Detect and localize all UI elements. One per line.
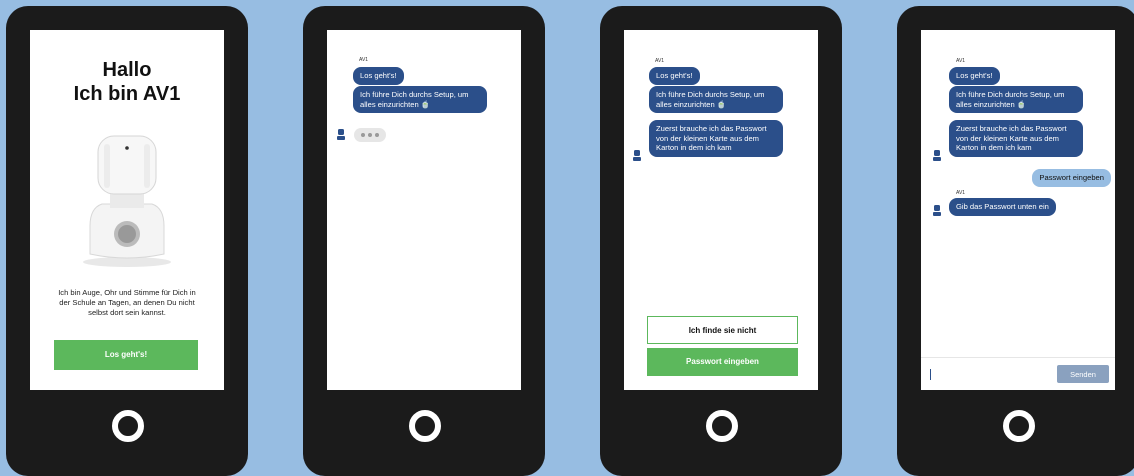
bot-message-setup: Ich führe Dich durchs Setup, um alles ei… xyxy=(649,86,783,114)
home-button-icon[interactable] xyxy=(1003,410,1035,442)
welcome-title-line1: Hallo xyxy=(102,59,152,81)
sender-label: AV1 xyxy=(655,58,665,64)
bot-message-setup: Ich führe Dich durchs Setup, um alles ei… xyxy=(949,86,1083,114)
robot-avatar-icon xyxy=(633,150,641,161)
send-button[interactable]: Senden xyxy=(1057,365,1109,383)
welcome-title-line2: Ich bin AV1 xyxy=(73,83,181,105)
phone-chat-enter-password: AV1 Los geht's! Ich führe Dich durchs Se… xyxy=(897,6,1134,476)
robot-avatar-icon xyxy=(337,129,345,140)
typing-indicator-icon xyxy=(354,128,386,142)
bot-message-lets-go: Los geht's! xyxy=(649,67,700,85)
password-input[interactable] xyxy=(930,369,931,380)
screen-chat-enter-password: AV1 Los geht's! Ich führe Dich durchs Se… xyxy=(921,30,1115,390)
sender-label: AV1 xyxy=(359,57,369,63)
robot-avatar-icon xyxy=(933,205,941,216)
enter-password-button[interactable]: Passwort eingeben xyxy=(647,348,798,376)
screen-chat-typing: AV1 Los geht's! Ich führe Dich durchs Se… xyxy=(327,30,521,390)
bot-message-lets-go: Los geht's! xyxy=(353,67,404,85)
sender-label: AV1 xyxy=(956,58,966,64)
user-message-enter-password: Passwort eingeben xyxy=(1032,169,1111,187)
bot-message-lets-go: Los geht's! xyxy=(949,67,1000,85)
bot-message-need-password: Zuerst brauche ich das Passwort von der … xyxy=(949,120,1083,157)
bot-message-need-password: Zuerst brauche ich das Passwort von der … xyxy=(649,120,783,157)
home-button-icon[interactable] xyxy=(706,410,738,442)
phone-chat-password-options: AV1 Los geht's! Ich führe Dich durchs Se… xyxy=(600,6,842,476)
phone-chat-typing: AV1 Los geht's! Ich führe Dich durchs Se… xyxy=(303,6,545,476)
bot-message-setup: Ich führe Dich durchs Setup, um alles ei… xyxy=(353,86,487,114)
home-button-icon[interactable] xyxy=(409,410,441,442)
screen-welcome: Hallo Ich bin AV1 Ich bin Auge, Ohr und … xyxy=(30,30,224,390)
cant-find-button[interactable]: Ich finde sie nicht xyxy=(647,316,798,344)
message-input-bar: Senden xyxy=(921,357,1115,390)
welcome-intro-text: Ich bin Auge, Ohr und Stimme für Dich in… xyxy=(58,288,196,317)
screen-chat-password-options: AV1 Los geht's! Ich führe Dich durchs Se… xyxy=(624,30,818,390)
sender-label: AV1 xyxy=(956,190,966,196)
robot-avatar-icon xyxy=(933,150,941,161)
phone-welcome: Hallo Ich bin AV1 Ich bin Auge, Ohr und … xyxy=(6,6,248,476)
bot-message-enter-below: Gib das Passwort unten ein xyxy=(949,198,1056,216)
start-button[interactable]: Los geht's! xyxy=(54,340,198,370)
home-button-icon[interactable] xyxy=(112,410,144,442)
robot-illustration xyxy=(83,135,171,267)
